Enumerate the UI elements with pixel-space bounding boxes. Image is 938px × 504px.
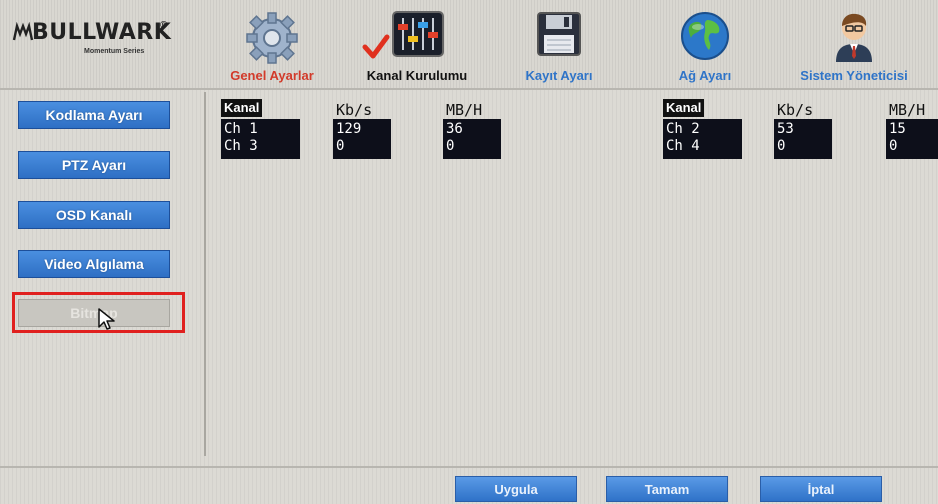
mbh-cell: 36 (446, 121, 463, 137)
sidebar-item-video-algilama[interactable]: Video Algılama (18, 250, 170, 278)
header-mbh: MB/H (889, 101, 926, 119)
kbs-column: 129 0 (333, 119, 391, 159)
checkmark-icon (362, 34, 390, 59)
header-mbh: MB/H (446, 101, 483, 119)
floppy-disk-icon (537, 12, 581, 56)
sidebar-item-label: OSD Kanalı (55, 207, 133, 223)
mixer-sliders-icon (392, 11, 444, 57)
cancel-button[interactable]: İptal (760, 476, 882, 502)
tab-genel-ayarlar[interactable]: Genel Ayarlar (214, 8, 330, 88)
channel-cell: Ch 2 (666, 121, 700, 137)
user-icon (836, 13, 872, 62)
kbs-cell: 0 (777, 138, 786, 154)
channel-column: Ch 1 Ch 3 (221, 119, 300, 159)
brand-trademark: ® (160, 20, 168, 31)
sidebar-item-kodlama-ayari[interactable]: Kodlama Ayarı (18, 101, 170, 129)
tab-label: Genel Ayarlar (230, 68, 314, 83)
channel-cell: Ch 1 (224, 121, 258, 137)
header-kbs: Kb/s (777, 101, 814, 119)
bullwark-emblem-icon (12, 22, 34, 41)
tab-label: Sistem Yöneticisi (800, 68, 908, 83)
apply-button[interactable]: Uygula (455, 476, 577, 502)
gear-icon (246, 12, 298, 64)
sidebar-divider (204, 92, 206, 456)
mbh-cell: 15 (889, 121, 906, 137)
channel-column: Ch 2 Ch 4 (663, 119, 742, 159)
top-menu-bar: BULLWARK ® Momentum Series Genel Ayarlar (0, 0, 938, 90)
sidebar-item-ptz-ayari[interactable]: PTZ Ayarı (18, 151, 170, 179)
sidebar-item-osd-kanali[interactable]: OSD Kanalı (18, 201, 170, 229)
mbh-column: 15 0 (886, 119, 938, 159)
sidebar-item-label: Video Algılama (44, 256, 144, 272)
brand-name: BULLWARK (32, 20, 172, 45)
header-kanal: Kanal (221, 99, 263, 117)
ok-button[interactable]: Tamam (606, 476, 728, 502)
mbh-cell: 0 (446, 138, 455, 154)
channel-cell: Ch 3 (224, 138, 258, 154)
brand-logo: BULLWARK ® Momentum Series (12, 20, 182, 70)
tab-label: Kanal Kurulumu (366, 68, 468, 83)
dvr-settings-screen: BULLWARK ® Momentum Series Genel Ayarlar (0, 0, 938, 504)
mbh-cell: 0 (889, 138, 898, 154)
brand-subtitle: Momentum Series (84, 48, 145, 55)
sidebar-item-label: Kodlama Ayarı (45, 107, 143, 123)
kbs-cell: 129 (336, 121, 362, 137)
tab-label: Kayıt Ayarı (525, 68, 593, 83)
kbs-column: 53 0 (774, 119, 832, 159)
header-kanal: Kanal (663, 99, 705, 117)
header-kbs: Kb/s (336, 101, 373, 119)
tab-kayit-ayari[interactable]: Kayıt Ayarı (500, 8, 618, 88)
sidebar-item-label: PTZ Ayarı (61, 157, 127, 173)
tab-kanal-kurulumu[interactable]: Kanal Kurulumu (352, 8, 482, 88)
tab-sistem-yoneticisi[interactable]: Sistem Yöneticisi (780, 8, 928, 88)
mouse-cursor-icon (98, 308, 115, 330)
kbs-cell: 53 (777, 121, 794, 137)
tab-ag-ayari[interactable]: Ağ Ayarı (646, 8, 764, 88)
globe-icon (681, 12, 729, 60)
channel-cell: Ch 4 (666, 138, 700, 154)
mbh-column: 36 0 (443, 119, 501, 159)
kbs-cell: 0 (336, 138, 345, 154)
tab-label: Ağ Ayarı (678, 68, 732, 83)
